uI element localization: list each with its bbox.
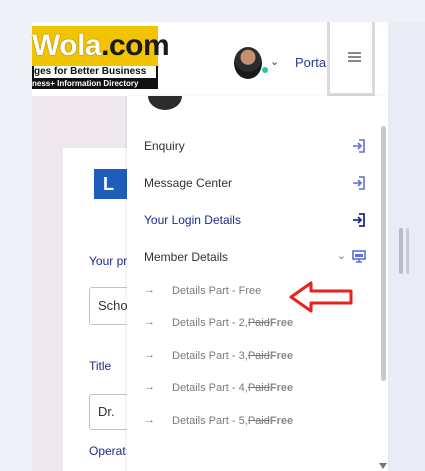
online-status-dot — [262, 67, 268, 73]
submenu-item-details-part-5[interactable]: → Details Part - 5,PaidFree — [144, 412, 378, 432]
site-logo[interactable]: Wola.com ges for Better Business ness+ I… — [32, 26, 170, 89]
login-icon — [353, 213, 365, 227]
page-left-margin — [0, 22, 32, 471]
field-label-operation: Operat — [89, 444, 126, 458]
hamburger-icon — [348, 52, 361, 64]
arrow-right-icon: → — [144, 316, 155, 328]
login-icon — [353, 139, 365, 153]
field-label-profession: Your pr — [89, 254, 128, 268]
monitor-icon — [352, 250, 366, 263]
logo-tagline: ges for Better Business — [32, 66, 158, 78]
arrow-right-icon: → — [144, 349, 155, 361]
title-field[interactable]: Dr. — [89, 394, 129, 430]
arrow-right-icon: → — [144, 414, 155, 426]
logo-subline: ness+ Information Directory — [32, 78, 158, 89]
arrow-right-icon: → — [144, 381, 155, 393]
menu-item-message-center[interactable]: Message Center — [144, 173, 378, 195]
chevron-down-icon: ⌄ — [336, 250, 346, 262]
page-scrollbar[interactable] — [399, 228, 403, 274]
submenu-item-details-part-4[interactable]: → Details Part - 4,PaidFree — [144, 379, 378, 399]
submenu-item-details-part-2[interactable]: → Details Part - 2,PaidFree — [144, 314, 378, 334]
annotation-arrow-icon — [289, 281, 353, 313]
menu-toggle-button[interactable] — [327, 22, 375, 96]
field-label-title: Title — [89, 359, 112, 373]
menu-item-enquiry[interactable]: Enquiry — [144, 136, 378, 158]
menu-avatar — [148, 96, 182, 110]
login-icon — [353, 176, 365, 190]
chevron-down-icon[interactable]: ⌄ — [270, 56, 279, 68]
portal-link[interactable]: Porta — [295, 55, 326, 70]
menu-item-login-details[interactable]: Your Login Details — [144, 210, 378, 232]
menu-item-member-details[interactable]: Member Details ⌄ — [144, 247, 378, 269]
profession-field[interactable]: Scho — [89, 287, 129, 325]
submenu-item-details-part-3[interactable]: → Details Part - 3,PaidFree — [144, 347, 378, 367]
arrow-right-icon: → — [144, 284, 155, 296]
page-scrollbar-edge — [406, 228, 409, 274]
menu-scrollbar[interactable] — [381, 126, 386, 381]
scroll-down-arrow-icon[interactable] — [379, 463, 387, 469]
logo-wordmark: Wola.com — [32, 29, 170, 62]
avatar[interactable] — [234, 47, 262, 79]
form-logo: L — [94, 169, 128, 199]
